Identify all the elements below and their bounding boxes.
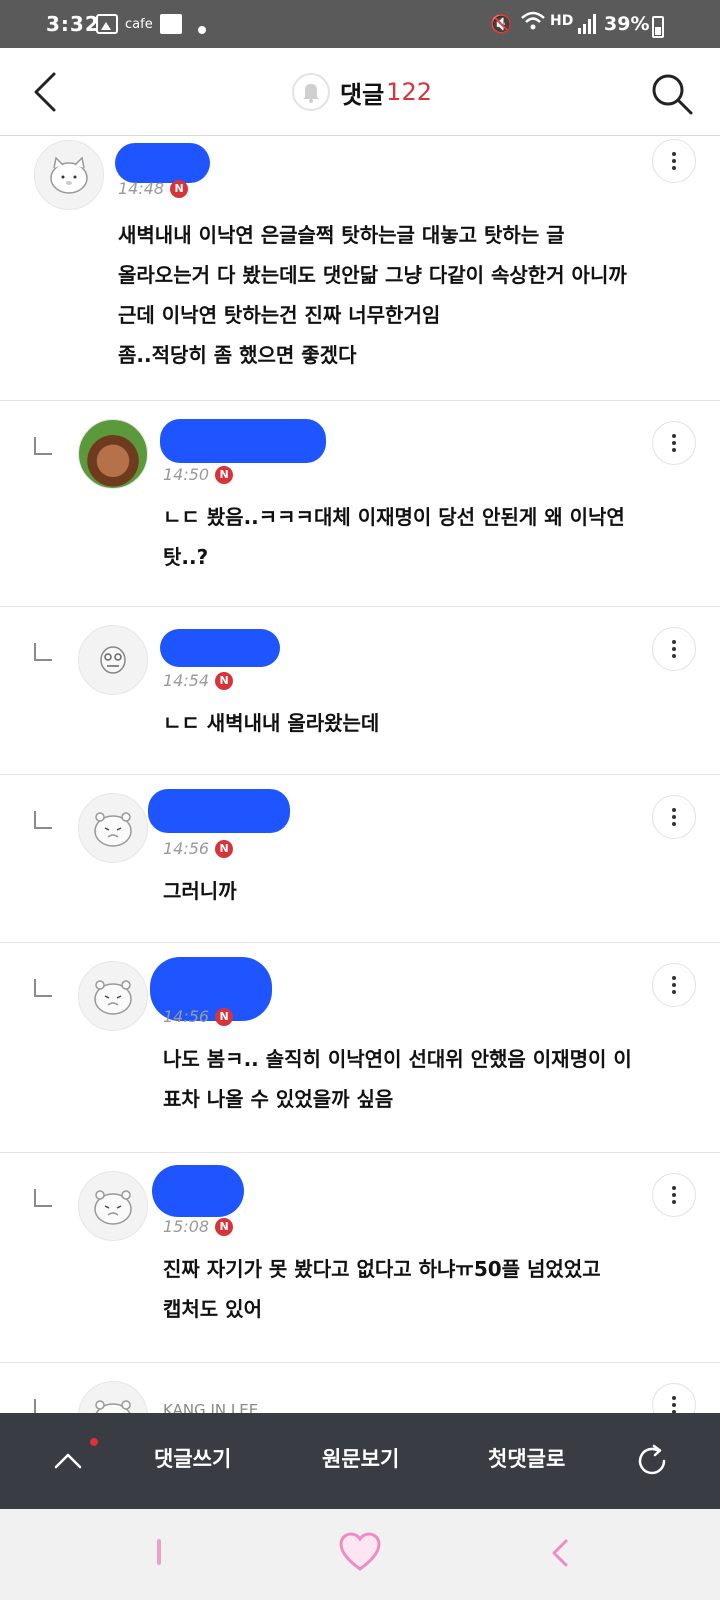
comment-time: 14:56 — [163, 1007, 210, 1026]
search-icon[interactable] — [650, 72, 694, 116]
more-options-button[interactable] — [652, 963, 696, 1007]
write-comment-button[interactable]: 댓글쓰기 — [154, 1443, 231, 1473]
comment-meta: 14:50 N — [163, 465, 234, 484]
new-badge: N — [215, 465, 234, 484]
comment-text: 새벽내내 이낙연 은글슬쩍 탓하는글 대놓고 탓하는 글 올라오는거 다 봤는데… — [118, 223, 627, 367]
comment-meta: 14:48 N — [118, 179, 189, 198]
comment-meta: 14:56 N — [163, 1007, 234, 1026]
news-icon — [160, 14, 182, 34]
comment-meta: 14:56 N — [163, 839, 234, 858]
reply-item: 14:56 N 나도 봄ㅋ.. 솔직히 이낙연이 선대위 안했음 이재명이 이 … — [0, 943, 720, 1153]
signal-icon — [578, 14, 598, 34]
mute-icon: 🔇 — [490, 14, 513, 35]
comment-time: 14:54 — [163, 671, 210, 690]
more-options-button[interactable] — [652, 421, 696, 465]
new-indicator-dot — [90, 1438, 98, 1446]
hd-voice-label: HD — [550, 13, 574, 29]
gallery-icon — [96, 14, 118, 34]
reply-item: 14:54 N ㄴㄷ 새벽내내 올라왔는데 — [0, 607, 720, 775]
back-nav-icon[interactable] — [548, 1537, 572, 1569]
cafe-notification-label: cafe — [125, 17, 153, 32]
comment-text: 진짜 자기가 못 봤다고 없다고 하냐ㅠ50플 넘었었고 캡처도 있어 — [163, 1257, 601, 1321]
first-comment-button[interactable]: 첫댓글로 — [488, 1443, 565, 1473]
new-badge: N — [215, 839, 234, 858]
photo-avatar[interactable] — [78, 419, 148, 489]
new-badge: N — [215, 671, 234, 690]
reply-item: 14:56 N 그러니까 — [0, 775, 720, 943]
bottom-toolbar: 댓글쓰기 원문보기 첫댓글로 — [0, 1413, 720, 1509]
reply-indicator-icon — [34, 1399, 52, 1413]
hamster-avatar[interactable] — [78, 793, 148, 863]
more-options-button[interactable] — [652, 1383, 696, 1413]
new-badge: N — [215, 1217, 234, 1236]
character-avatar[interactable] — [78, 625, 148, 695]
battery-percent: 39% — [604, 13, 650, 35]
comment-author: KANG IN LEE — [163, 1401, 259, 1413]
comment-time: 15:08 — [163, 1217, 210, 1236]
reply-indicator-icon — [34, 643, 52, 661]
comment-list[interactable]: 14:48 N 새벽내내 이낙연 은글슬쩍 탓하는글 대놓고 탓하는 글 올라오… — [0, 137, 720, 1413]
system-navigation-bar — [0, 1509, 720, 1600]
comment-time: 14:56 — [163, 839, 210, 858]
notification-dot-icon — [198, 26, 206, 34]
comment-text: ㄴㄷ 새벽내내 올라왔는데 — [163, 711, 380, 735]
comment-item: 14:48 N 새벽내내 이낙연 은글슬쩍 탓하는글 대놓고 탓하는 글 올라오… — [0, 137, 720, 401]
reply-indicator-icon — [34, 437, 52, 455]
hamster-avatar[interactable] — [78, 961, 148, 1031]
reply-indicator-icon — [34, 1189, 52, 1207]
white-cat-avatar[interactable] — [34, 140, 104, 210]
home-heart-icon[interactable] — [338, 1531, 382, 1573]
comment-meta: 15:08 N — [163, 1217, 234, 1236]
reply-item: 14:50 N ㄴㄷ 봤음..ㅋㅋㅋ대체 이재명이 당선 안된게 왜 이낙연 탓… — [0, 401, 720, 607]
redacted-author-name — [148, 789, 290, 833]
redacted-author-name — [115, 143, 210, 183]
comment-meta: 14:54 N — [163, 671, 234, 690]
comment-time: 14:48 — [118, 179, 165, 198]
status-time: 3:32 — [46, 12, 100, 36]
view-original-button[interactable]: 원문보기 — [322, 1443, 399, 1473]
reply-item: 15:08 N 진짜 자기가 못 봤다고 없다고 하냐ㅠ50플 넘었었고 캡처도… — [0, 1153, 720, 1363]
more-options-button[interactable] — [652, 139, 696, 183]
more-options-button[interactable] — [652, 795, 696, 839]
reply-indicator-icon — [34, 811, 52, 829]
more-options-button[interactable] — [652, 627, 696, 671]
redacted-author-name — [160, 419, 326, 463]
bell-icon[interactable] — [292, 73, 330, 111]
comments-header: 댓글 122 — [0, 48, 720, 136]
recent-apps-icon[interactable] — [157, 1539, 161, 1565]
new-badge: N — [170, 179, 189, 198]
back-icon[interactable] — [28, 70, 68, 114]
status-bar: 3:32 cafe 🔇 HD 39% — [0, 0, 720, 48]
up-arrow-icon[interactable] — [48, 1441, 88, 1481]
hamster-avatar[interactable] — [78, 1171, 148, 1241]
hamster-avatar[interactable] — [78, 1381, 148, 1413]
comment-text: 나도 봄ㅋ.. 솔직히 이낙연이 선대위 안했음 이재명이 이 표차 나올 수 … — [163, 1047, 632, 1111]
reply-indicator-icon — [34, 979, 52, 997]
new-badge: N — [215, 1007, 234, 1026]
redacted-author-name — [152, 1165, 244, 1217]
comment-count: 122 — [386, 78, 432, 106]
redacted-author-name — [160, 629, 280, 667]
header-title: 댓글 122 — [292, 72, 432, 112]
comment-time: 14:50 — [163, 465, 210, 484]
page-title: 댓글 — [340, 80, 385, 109]
comment-text: ㄴㄷ 봤음..ㅋㅋㅋ대체 이재명이 당선 안된게 왜 이낙연 탓..? — [163, 505, 625, 569]
more-options-button[interactable] — [652, 1173, 696, 1217]
comment-text: 그러니까 — [163, 879, 237, 903]
reply-item: KANG IN LEE — [0, 1363, 720, 1413]
wifi-icon — [520, 10, 546, 37]
battery-icon — [652, 16, 664, 38]
refresh-icon[interactable] — [632, 1441, 672, 1481]
